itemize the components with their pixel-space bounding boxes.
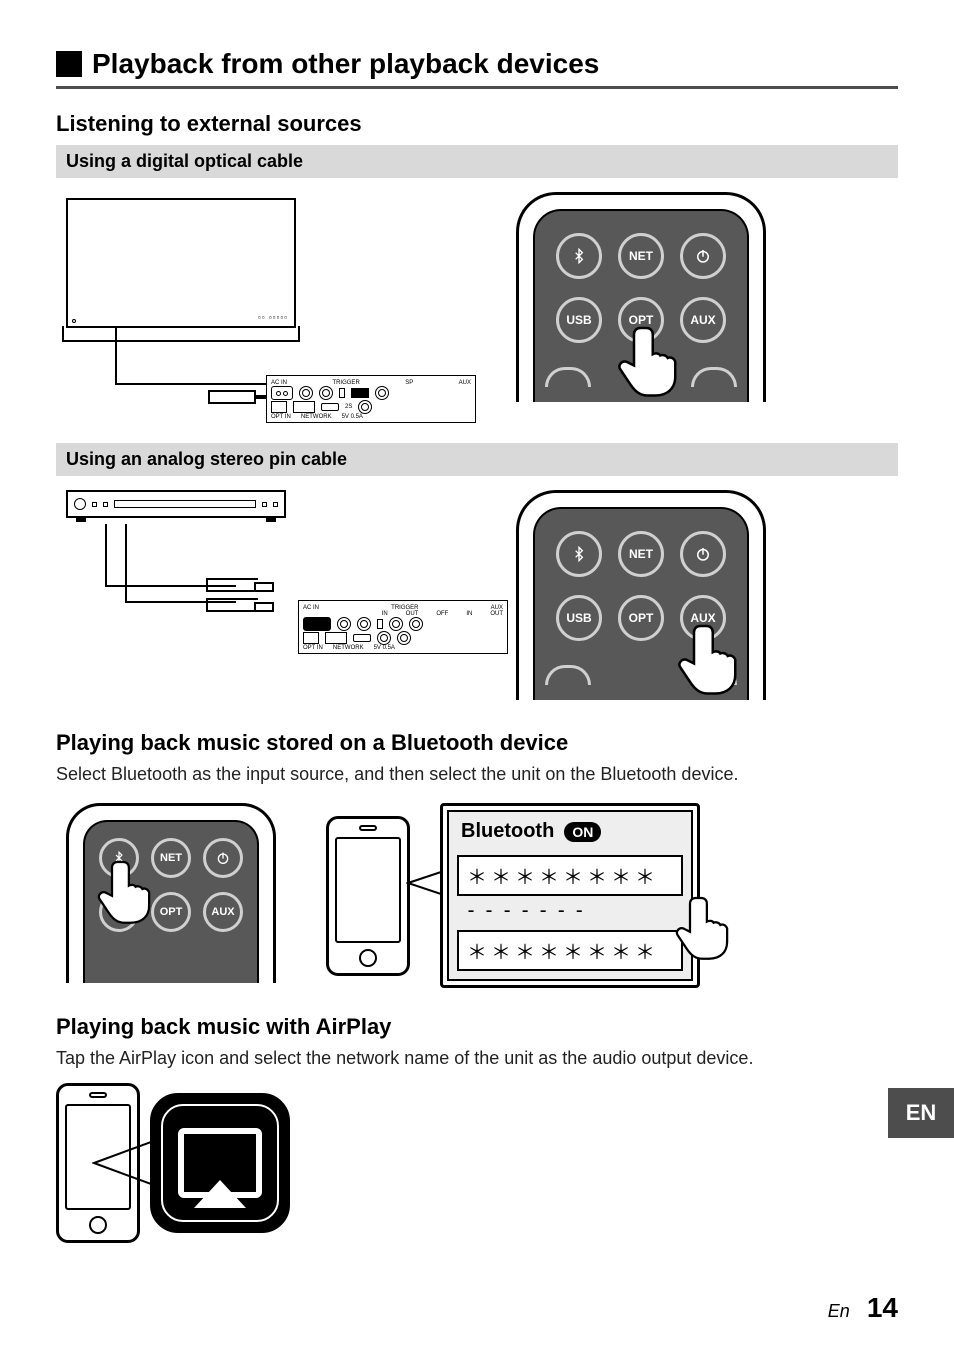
trigger-out-port (319, 386, 333, 400)
tv-icon: ▫▫ ▫▫▫▫▫ (66, 198, 296, 328)
power-button[interactable] (680, 233, 726, 279)
cd-player-icon (66, 490, 286, 518)
optical-plug-icon (208, 390, 256, 404)
net-button[interactable]: NET (618, 233, 664, 279)
opt-in-port (271, 401, 287, 413)
label-power: 5V 0.5A (342, 414, 363, 420)
finger-press-icon (614, 318, 694, 398)
label-sp: SP (405, 380, 413, 386)
bt-separator: ------- (457, 896, 683, 924)
band-optical: Using a digital optical cable (56, 145, 898, 178)
network-port (293, 401, 315, 413)
power-button[interactable] (680, 531, 726, 577)
page-footer: En 14 (828, 1292, 898, 1324)
label-opt-in: OPT IN (271, 414, 291, 420)
power-icon (694, 247, 712, 265)
power-button[interactable] (203, 838, 243, 878)
bluetooth-icon (571, 546, 587, 562)
aux-button[interactable]: AUX (203, 892, 243, 932)
label-network: NETWORK (301, 414, 332, 420)
section-title: Playback from other playback devices (92, 48, 599, 80)
aux-out-port (358, 400, 372, 414)
bt-device-row[interactable]: ＊＊＊＊＊＊＊＊ (457, 855, 683, 896)
page-number: 14 (867, 1292, 898, 1323)
label-network: NETWORK (333, 645, 364, 651)
label-opt-in: OPT IN (303, 645, 323, 651)
remote-optical: NET USB OPT AUX (496, 192, 786, 402)
bt-device-row[interactable]: ＊＊＊＊＊＊＊＊ (457, 930, 683, 971)
bluetooth-select-diagram: Bluetooth ON ＊＊＊＊＊＊＊＊ ------- ＊＊＊＊＊＊＊＊ (326, 803, 786, 988)
aux-in-port (375, 386, 389, 400)
label-power: 5V 0.5A (374, 645, 395, 651)
bluetooth-menu: Bluetooth ON ＊＊＊＊＊＊＊＊ ------- ＊＊＊＊＊＊＊＊ (440, 803, 700, 988)
finger-press-icon (94, 853, 166, 925)
trigger-in-port (299, 386, 313, 400)
airplay-icon[interactable] (150, 1093, 290, 1233)
footer-lang-abbrev: En (828, 1301, 850, 1321)
heading-external-sources: Listening to external sources (56, 111, 898, 137)
label-trigger: TRIGGER (332, 380, 359, 386)
text-airplay: Tap the AirPlay icon and select the netw… (56, 1048, 898, 1069)
text-bluetooth: Select Bluetooth as the input source, an… (56, 764, 898, 785)
row-optical: ▫▫ ▫▫▫▫▫ AC IN TRIGGER SP AUX (56, 192, 898, 423)
rca-plug-icon (206, 578, 258, 592)
section-bullet-icon (56, 51, 82, 77)
label-in: IN (382, 611, 388, 617)
finger-press-icon (674, 616, 754, 696)
bt-title: Bluetooth (461, 820, 554, 843)
bluetooth-icon (571, 248, 587, 264)
label-off: OFF (436, 611, 448, 617)
label-aux-in: IN (466, 611, 472, 617)
diagram-analog: AC IN TRIGGER AUX IN OUT OFF IN OUT (56, 490, 426, 690)
diagram-optical: ▫▫ ▫▫▫▫▫ AC IN TRIGGER SP AUX (56, 192, 426, 423)
usb-button[interactable]: USB (556, 595, 602, 641)
power-icon (694, 545, 712, 563)
remote-analog: NET USB OPT AUX (496, 490, 786, 700)
net-button[interactable]: NET (618, 531, 664, 577)
label-aux: AUX (459, 380, 471, 386)
label-ac-in: AC IN (303, 605, 319, 611)
heading-airplay: Playing back music with AirPlay (56, 1014, 898, 1040)
bt-toggle[interactable]: ON (564, 822, 601, 842)
section-title-bar: Playback from other playback devices (56, 48, 898, 89)
power-icon (215, 850, 231, 866)
row-airplay (56, 1083, 898, 1243)
amp-rear-panel: AC IN TRIGGER SP AUX 2S (266, 375, 476, 423)
usb-button[interactable]: USB (556, 297, 602, 343)
phone-icon (326, 816, 410, 976)
remote-bluetooth: NET USB OPT AUX (56, 803, 286, 983)
amp-rear-panel-2: AC IN TRIGGER AUX IN OUT OFF IN OUT (298, 600, 508, 654)
rca-plug-icon (206, 598, 258, 612)
bluetooth-button[interactable] (556, 531, 602, 577)
band-analog: Using an analog stereo pin cable (56, 443, 898, 476)
row-analog: AC IN TRIGGER AUX IN OUT OFF IN OUT (56, 490, 898, 700)
bluetooth-button[interactable] (556, 233, 602, 279)
heading-bluetooth: Playing back music stored on a Bluetooth… (56, 730, 898, 756)
finger-press-icon (672, 889, 744, 961)
opt-button[interactable]: OPT (618, 595, 664, 641)
row-bluetooth: NET USB OPT AUX (56, 803, 898, 988)
language-badge: EN (888, 1088, 954, 1138)
